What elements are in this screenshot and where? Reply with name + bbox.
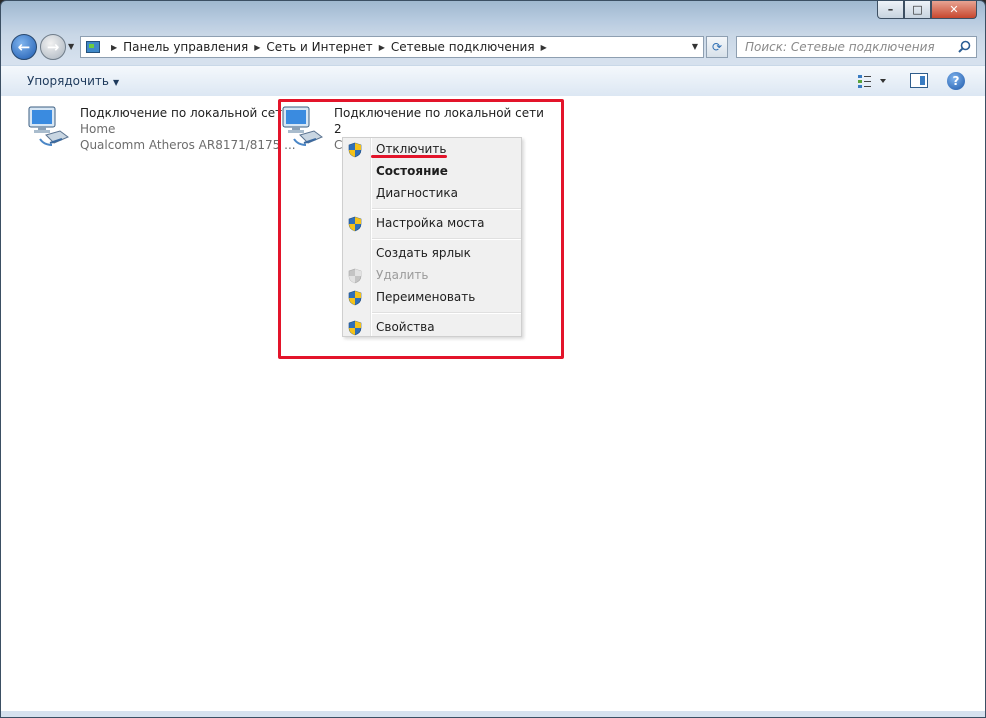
preview-pane-button[interactable] bbox=[910, 73, 928, 88]
organize-label: Упорядочить bbox=[27, 74, 109, 88]
explorer-window: – □ ✕ ← → ▼ ▶ Панель управления ▶ Сеть и… bbox=[0, 0, 986, 718]
breadcrumb-separator-icon[interactable]: ▶ bbox=[111, 43, 117, 52]
organize-button[interactable]: Упорядочить ▼ bbox=[27, 74, 119, 88]
change-view-button[interactable] bbox=[857, 73, 887, 89]
breadcrumb-network-connections[interactable]: Сетевые подключения bbox=[391, 40, 535, 54]
annotation-highlight-box bbox=[278, 99, 564, 359]
forward-button[interactable]: → bbox=[40, 34, 66, 60]
search-input[interactable]: Поиск: Сетевые подключения bbox=[736, 36, 977, 58]
connection-network: Home bbox=[80, 122, 116, 136]
network-adapter-icon bbox=[28, 106, 69, 146]
view-details-icon bbox=[858, 75, 886, 88]
close-button[interactable]: ✕ bbox=[931, 1, 977, 19]
refresh-button[interactable]: ⟳ bbox=[706, 36, 728, 58]
connection-text: Подключение по локальной сети Home Qualc… bbox=[80, 105, 296, 153]
breadcrumb-separator-icon[interactable]: ▶ bbox=[379, 43, 385, 52]
back-button[interactable]: ← bbox=[11, 34, 37, 60]
minimize-button[interactable]: – bbox=[877, 1, 904, 19]
address-bar[interactable]: ▶ Панель управления ▶ Сеть и Интернет ▶ … bbox=[80, 36, 704, 58]
command-bar: Упорядочить ▼ ? bbox=[1, 65, 985, 97]
annotation-underline bbox=[371, 155, 447, 158]
breadcrumb-separator-icon[interactable]: ▶ bbox=[254, 43, 260, 52]
connection-name: Подключение по локальной сети bbox=[80, 106, 290, 120]
connection-adapter: Qualcomm Atheros AR8171/8175 ... bbox=[80, 138, 296, 152]
breadcrumb-separator-icon[interactable]: ▶ bbox=[541, 43, 547, 52]
breadcrumb-control-panel[interactable]: Панель управления bbox=[123, 40, 248, 54]
maximize-button[interactable]: □ bbox=[904, 1, 931, 19]
window-controls: – □ ✕ bbox=[877, 1, 977, 19]
breadcrumb-network-internet[interactable]: Сеть и Интернет bbox=[266, 40, 372, 54]
search-placeholder: Поиск: Сетевые подключения bbox=[745, 40, 935, 54]
recent-pages-dropdown-icon[interactable]: ▼ bbox=[68, 42, 74, 51]
control-panel-icon bbox=[85, 40, 101, 54]
help-button[interactable]: ? bbox=[947, 72, 965, 90]
address-history-dropdown-icon[interactable]: ▼ bbox=[692, 42, 698, 51]
refresh-icon: ⟳ bbox=[711, 40, 723, 54]
chevron-down-icon: ▼ bbox=[112, 78, 120, 87]
navigation-bar: ← → ▼ ▶ Панель управления ▶ Сеть и Интер… bbox=[1, 31, 985, 63]
search-icon[interactable] bbox=[958, 40, 971, 53]
